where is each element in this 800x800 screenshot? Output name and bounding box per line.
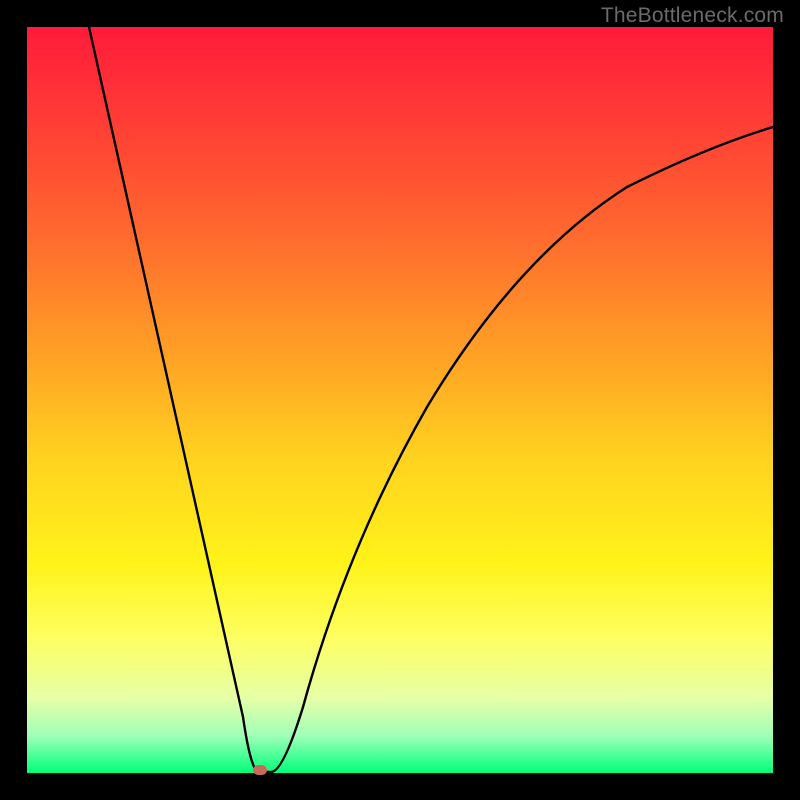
bottleneck-curve bbox=[27, 27, 773, 773]
optimal-point-marker bbox=[253, 765, 267, 775]
watermark-text: TheBottleneck.com bbox=[601, 4, 784, 28]
chart-area bbox=[27, 27, 773, 773]
curve-path bbox=[89, 27, 773, 772]
